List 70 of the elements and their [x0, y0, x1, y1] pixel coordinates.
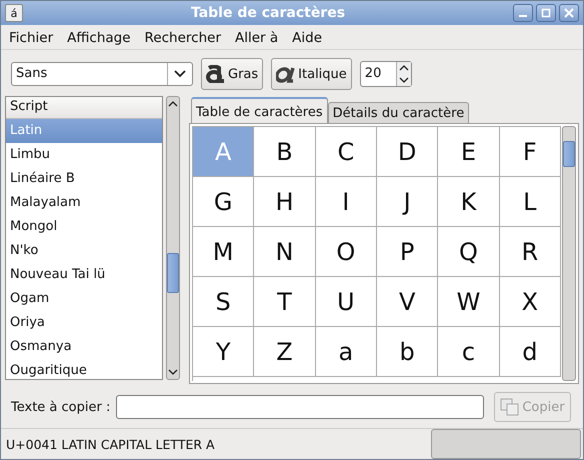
character-cell[interactable]: L	[500, 177, 561, 227]
scrollbar[interactable]	[166, 96, 180, 380]
character-cell[interactable]: a	[316, 327, 377, 377]
character-cell[interactable]: Q	[438, 227, 500, 277]
list-item[interactable]: Ogam	[6, 287, 162, 311]
character-cell[interactable]: F	[500, 127, 561, 177]
character-cell[interactable]: K	[438, 177, 500, 227]
copy-icon	[500, 398, 520, 416]
character-cell[interactable]: M	[193, 227, 254, 277]
list-item[interactable]: Osmanya	[6, 335, 162, 359]
character-cell[interactable]: d	[500, 327, 561, 377]
character-cell[interactable]: R	[500, 227, 561, 277]
scrollbar-thumb[interactable]	[563, 141, 575, 167]
character-cell[interactable]: c	[438, 327, 500, 377]
list-item[interactable]: Limbu	[6, 143, 162, 167]
menu-item[interactable]: Affichage	[67, 30, 131, 46]
character-cell[interactable]: D	[376, 127, 438, 177]
list-item[interactable]: Malayalam	[6, 191, 162, 215]
minimize-button[interactable]	[513, 4, 533, 22]
character-cell[interactable]: X	[500, 277, 561, 327]
size-spinner[interactable]: 20	[360, 61, 412, 87]
character-cell[interactable]: b	[376, 327, 438, 377]
list-item[interactable]: Ougaritique	[6, 359, 162, 379]
text-to-copy-field[interactable]	[116, 395, 484, 419]
status-text: U+0041 LATIN CAPITAL LETTER A	[6, 436, 216, 452]
character-cell[interactable]: C	[316, 127, 377, 177]
italic-button[interactable]: Italique	[271, 58, 352, 90]
close-icon	[564, 8, 574, 18]
character-cell[interactable]: G	[193, 177, 254, 227]
character-cell[interactable]: V	[376, 277, 438, 327]
list-item[interactable]: Oriya	[6, 311, 162, 335]
character-cell[interactable]: H	[254, 177, 316, 227]
menu-item[interactable]: Rechercher	[144, 30, 221, 46]
tab[interactable]: Table de caractères	[191, 97, 328, 123]
character-cell[interactable]: S	[193, 277, 254, 327]
character-cell[interactable]: N	[254, 227, 316, 277]
character-cell[interactable]: J	[376, 177, 438, 227]
list-item[interactable]: Linéaire B	[6, 167, 162, 191]
close-button[interactable]	[559, 4, 579, 22]
menu-item[interactable]: Aller à	[235, 30, 278, 46]
chevron-down-icon	[174, 70, 186, 78]
character-cell[interactable]: Y	[193, 327, 254, 377]
character-cell[interactable]: Z	[254, 327, 316, 377]
character-cell[interactable]: I	[316, 177, 377, 227]
list-item[interactable]: Mongol	[6, 215, 162, 239]
character-cell[interactable]: T	[254, 277, 316, 327]
column-header[interactable]: Script	[6, 97, 162, 119]
list-item[interactable]: N'ko	[6, 239, 162, 263]
scrollbar[interactable]	[562, 126, 576, 381]
list-item[interactable]: Nouveau Tai lü	[6, 263, 162, 287]
app-icon: á	[5, 4, 23, 22]
text-to-copy-label: Texte à copier :	[11, 400, 110, 414]
maximize-icon	[541, 8, 551, 18]
character-cell[interactable]: W	[438, 277, 500, 327]
character-cell[interactable]: P	[376, 227, 438, 277]
tab[interactable]: Détails du caractère	[328, 102, 470, 123]
font-combo[interactable]: Sans	[11, 62, 193, 86]
menu-item[interactable]: Aide	[292, 30, 322, 46]
window-title: Table de caractères	[190, 5, 346, 21]
scrollbar-thumb[interactable]	[167, 253, 179, 293]
bold-button[interactable]: Gras	[201, 58, 264, 90]
minimize-icon	[519, 15, 527, 17]
italic-font-icon	[276, 65, 296, 83]
menu-item[interactable]: Fichier	[9, 30, 54, 46]
character-cell[interactable]: E	[438, 127, 500, 177]
maximize-button[interactable]	[536, 4, 556, 22]
character-cell[interactable]: U	[316, 277, 377, 327]
character-cell[interactable]: B	[254, 127, 316, 177]
character-cell[interactable]: O	[316, 227, 377, 277]
bold-font-icon	[206, 65, 226, 83]
